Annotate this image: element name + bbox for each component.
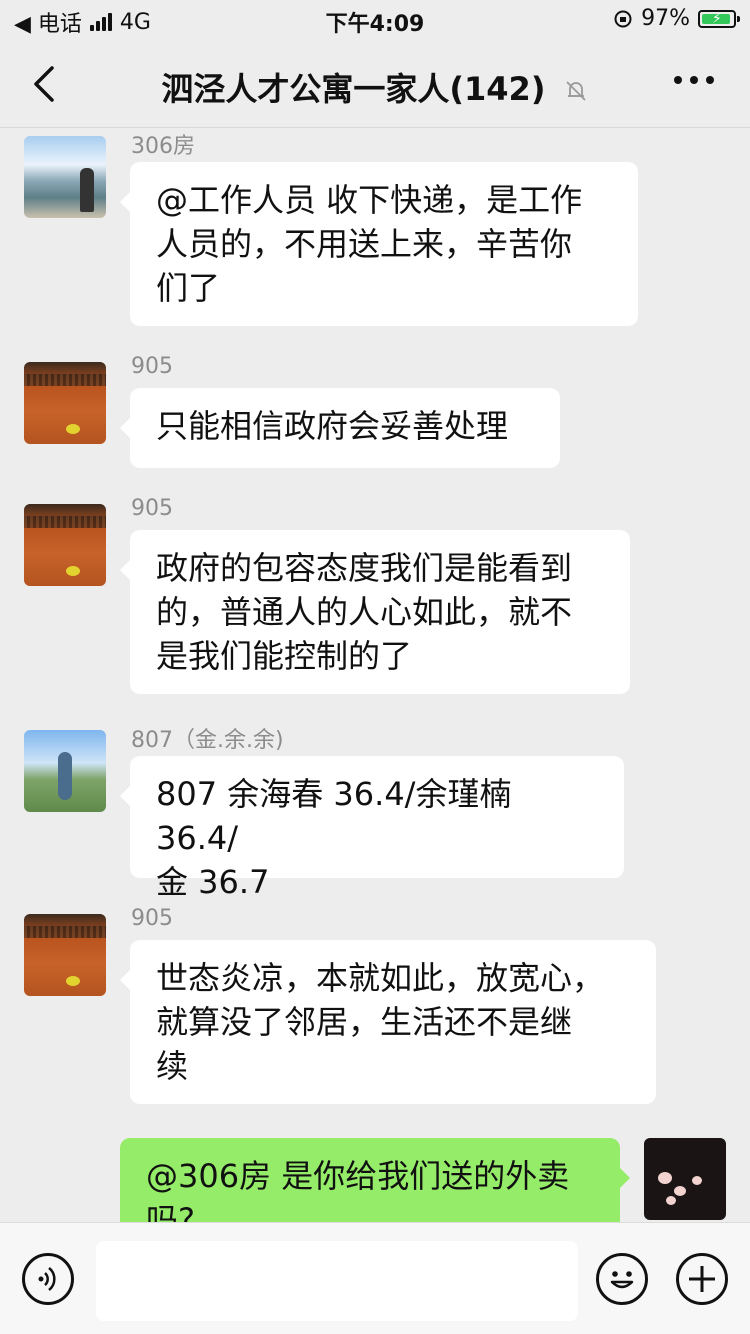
message-line: 807 余海春 36.4/余瑾楠 36.4/ (156, 775, 512, 857)
sender-name: 905 (131, 906, 173, 931)
bell-slash-icon (565, 81, 586, 101)
message-line: 只能相信政府会妥善处理 (156, 407, 509, 445)
message-line: 世态炎凉，本就如此，放宽心， (156, 959, 605, 997)
plus-circle-icon[interactable] (676, 1253, 728, 1305)
message-bubble[interactable]: 807 余海春 36.4/余瑾楠 36.4/ 金 36.7 (120, 756, 624, 901)
smiley-icon[interactable] (596, 1253, 648, 1305)
rotation-lock-icon (614, 10, 632, 27)
avatar[interactable] (24, 730, 106, 812)
message-line: 续 (156, 1047, 189, 1085)
message-line: 就算没了邻居，生活还不是继 (156, 1003, 573, 1041)
battery-percent: 97% (641, 6, 690, 31)
status-bar: ◀ 电话 4G 下午4:09 97% ⚡ (0, 0, 750, 40)
message-line: 们了 (156, 269, 221, 307)
nav-bar: 泗泾人才公寓一家人(142) (0, 40, 750, 128)
message-input[interactable] (96, 1241, 578, 1321)
message-line: 人员的，不用送上来，辛苦你 (156, 225, 573, 263)
message-line: 吗? (146, 1201, 195, 1222)
chat-title: 泗泾人才公寓一家人(142) (0, 64, 750, 110)
message-bubble[interactable]: 世态炎凉，本就如此，放宽心， 就算没了邻居，生活还不是继 续 (120, 940, 656, 1104)
chat-title-text: 泗泾人才公寓一家人(142) (161, 70, 546, 108)
message-line: 的，普通人的人心如此，就不 (156, 593, 573, 631)
more-horizontal-icon[interactable] (674, 76, 714, 84)
message-bubble[interactable]: 只能相信政府会妥善处理 (120, 388, 560, 468)
sender-name: 905 (131, 496, 173, 521)
input-bar (0, 1222, 750, 1334)
sender-name: 807（金.余.余) (131, 728, 284, 753)
message-bubble[interactable]: @306房 是你给我们送的外卖 吗? (120, 1138, 630, 1222)
avatar[interactable] (24, 362, 106, 444)
avatar[interactable] (24, 914, 106, 996)
message-line: @306房 是你给我们送的外卖 (146, 1157, 570, 1195)
sender-name: 306房 (131, 134, 195, 159)
message-bubble[interactable]: @工作人员 收下快递，是工作 人员的，不用送上来，辛苦你 们了 (120, 162, 638, 326)
message-bubble[interactable]: 政府的包容态度我们是能看到 的，普通人的人心如此，就不 是我们能控制的了 (120, 530, 630, 694)
voice-icon[interactable] (22, 1253, 74, 1305)
message-line: 是我们能控制的了 (156, 637, 413, 675)
chat-message-list[interactable]: 306房 @工作人员 收下快递，是工作 人员的，不用送上来，辛苦你 们了 905… (0, 128, 750, 1222)
message-line: @工作人员 收下快递，是工作 (156, 181, 583, 219)
avatar[interactable] (644, 1138, 726, 1220)
status-right: 97% ⚡ (613, 6, 740, 31)
avatar[interactable] (24, 504, 106, 586)
message-line: 金 36.7 (156, 863, 270, 901)
sender-name: 905 (131, 354, 173, 379)
battery-icon: ⚡ (698, 9, 740, 28)
message-line: 政府的包容态度我们是能看到 (156, 549, 573, 587)
avatar[interactable] (24, 136, 106, 218)
